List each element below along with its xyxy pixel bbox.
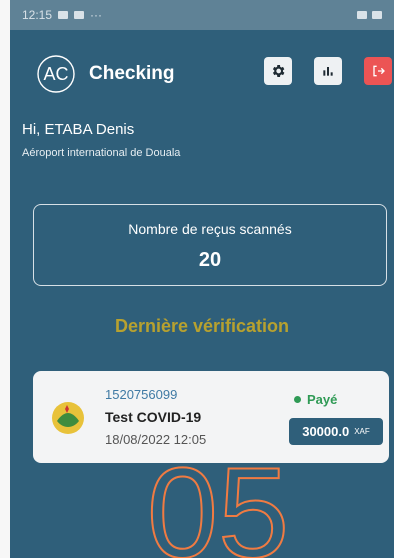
status-bar: 12:15 ··· (10, 0, 394, 30)
app-screen: 12:15 ··· AC Checking Hi, ETABA Denis Aé… (10, 0, 394, 558)
amount-value: 30000.0 (302, 424, 350, 439)
scan-summary-card: Nombre de reçus scannés 20 (33, 204, 387, 286)
receipt-status: Payé (294, 392, 337, 407)
amount-currency: XAF (354, 427, 370, 436)
logout-icon (373, 65, 385, 77)
battery-icon (372, 11, 382, 19)
status-text: Payé (307, 392, 338, 407)
scan-count-value: 20 (198, 249, 222, 271)
stats-button[interactable] (314, 57, 342, 85)
last-check-title: Dernière vérification (114, 316, 290, 336)
emblem-icon (52, 402, 84, 434)
receipt-id: 1520756099 (105, 387, 178, 402)
app-title: Checking (89, 63, 175, 84)
status-time: 12:15 (22, 8, 53, 22)
app-logo: AC (37, 55, 75, 93)
status-dot (294, 396, 301, 403)
user-greeting: Hi, ETABA Denis (22, 121, 135, 138)
status-right (357, 11, 382, 19)
scan-count-label: Nombre de reçus scannés (128, 221, 292, 237)
receipt-amount: 30000.0 XAF (289, 418, 383, 445)
receipt-test-name: Test COVID-19 (105, 409, 202, 425)
gear-icon (272, 65, 285, 77)
svg-text:AC: AC (43, 64, 68, 84)
logout-button[interactable] (364, 57, 392, 85)
receipt-date: 18/08/2022 12:05 (105, 432, 207, 447)
settings-button[interactable] (264, 57, 292, 85)
app-header: AC Checking (10, 30, 394, 115)
receipt-card[interactable]: 1520756099 Test COVID-19 18/08/2022 12:0… (33, 371, 389, 463)
bar-chart-icon (323, 67, 333, 76)
notification-icon (74, 11, 85, 19)
status-left: 12:15 ··· (22, 8, 102, 22)
status-more: ··· (90, 8, 103, 22)
gallery-notification-icon (58, 11, 69, 19)
user-location: Aéroport international de Douala (22, 147, 181, 159)
signal-icon (357, 11, 367, 19)
